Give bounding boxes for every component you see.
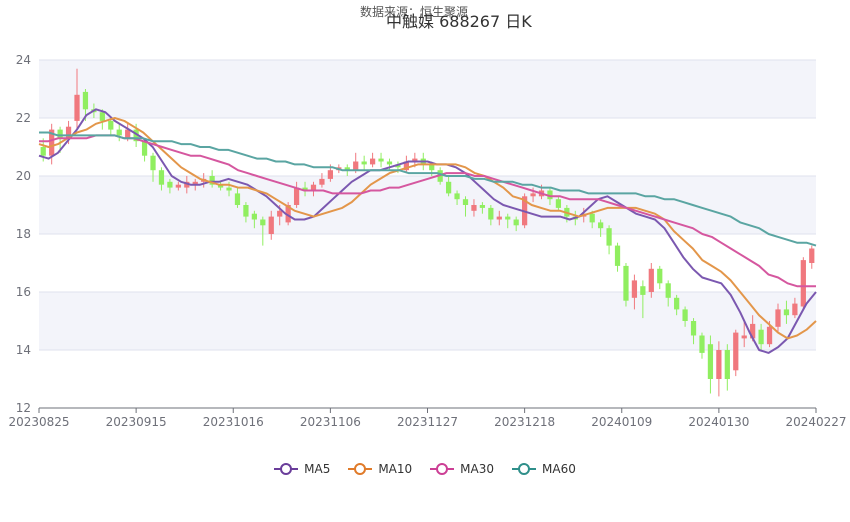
candle-body [378, 158, 384, 162]
legend-label-ma10: MA10 [378, 462, 413, 476]
candle-body [758, 329, 764, 345]
candle-body [40, 147, 46, 156]
x-tick-label: 20240109 [591, 415, 652, 429]
candle-body [505, 216, 511, 220]
candle-body [682, 309, 688, 321]
candle-body [792, 303, 798, 316]
y-tick-label: 12 [16, 401, 31, 415]
x-tick-label: 20230915 [106, 415, 167, 429]
x-tick-label: 20231016 [203, 415, 264, 429]
candle-body [277, 210, 283, 217]
candle-body [268, 216, 274, 234]
grid-band [39, 176, 816, 234]
candle-body [158, 170, 165, 185]
candle-body [598, 222, 604, 229]
candle-body [175, 184, 181, 188]
candle-body [462, 199, 469, 205]
candle-body [657, 268, 663, 284]
candle-body [488, 207, 494, 220]
candle-body [260, 219, 266, 226]
legend-marker-ma30 [430, 463, 455, 475]
x-tick-label: 20240227 [785, 415, 846, 429]
candle-body [614, 245, 621, 266]
x-tick-label: 20240130 [688, 415, 749, 429]
legend: MA5 MA10 MA30 MA60 [0, 462, 850, 476]
candle-body [716, 350, 722, 379]
candle-body [57, 129, 63, 139]
candle-body [82, 91, 89, 110]
candle-body [623, 265, 629, 301]
legend-item-ma30[interactable]: MA30 [430, 462, 494, 476]
kline-chart: 12 14 16 18 20 22 24 20230825 20230915 20231016 20… [8, 53, 846, 429]
candle-body [733, 332, 739, 371]
candle-body [665, 283, 671, 298]
candle-body [783, 309, 790, 316]
candle-body [690, 321, 697, 336]
x-tick-label: 20230825 [8, 415, 69, 429]
grid-band [39, 60, 816, 118]
candle-body [251, 213, 257, 220]
candle-body [631, 280, 638, 298]
candle-body [74, 94, 80, 121]
y-tick-label: 14 [16, 343, 31, 357]
legend-label-ma60: MA60 [542, 462, 576, 476]
legend-marker-ma10 [348, 463, 373, 475]
candle-body [445, 181, 452, 194]
candle-body [386, 161, 393, 165]
candle-body [640, 286, 646, 295]
candle-body [766, 326, 773, 345]
legend-label-ma30: MA30 [460, 462, 495, 476]
candle-body [150, 155, 156, 171]
candle-body [327, 170, 333, 179]
candle-body [741, 335, 747, 339]
candle-body [530, 193, 536, 197]
y-tick-label: 16 [16, 285, 31, 299]
candle-body [99, 112, 105, 121]
candle-body [353, 161, 359, 171]
candle-body [116, 129, 122, 136]
candle-body [471, 205, 477, 211]
candle-body [293, 187, 300, 205]
candle-body [707, 344, 714, 379]
legend-item-ma60[interactable]: MA60 [512, 462, 576, 476]
x-tick-label: 20231106 [300, 415, 361, 429]
candle-body [699, 335, 705, 353]
candle-body [479, 205, 486, 208]
candle-body [775, 309, 781, 327]
candle-body [674, 297, 680, 310]
chart-title: 中触媒 688267 日K [386, 12, 532, 31]
candle-body [555, 199, 562, 208]
legend-item-ma10[interactable]: MA10 [348, 462, 412, 476]
legend-marker-ma60 [512, 463, 537, 475]
candle-body [319, 178, 325, 185]
y-tick-label: 18 [16, 227, 31, 241]
y-tick-label: 22 [16, 111, 31, 125]
candle-body [108, 120, 114, 130]
candle-body [243, 205, 249, 217]
candle-body [648, 268, 654, 292]
y-tick-label: 24 [16, 53, 31, 67]
candle-body [226, 187, 232, 191]
chart-stage: 12 14 16 18 20 22 24 20230825 20230915 20231016 20… [0, 0, 850, 518]
legend-item-ma5[interactable]: MA5 [274, 462, 330, 476]
y-tick-label: 20 [16, 169, 31, 183]
candle-body [800, 260, 806, 307]
x-tick-label: 20231218 [494, 415, 555, 429]
candle-body [809, 248, 815, 263]
candle-body [606, 228, 612, 246]
candle-body [589, 213, 595, 223]
candle-body [513, 219, 519, 226]
candle-body [496, 216, 502, 220]
candle-body [369, 158, 376, 165]
candle-body [167, 181, 173, 188]
candle-body [361, 161, 367, 165]
x-tick-label: 20231127 [397, 415, 458, 429]
candle-body [724, 350, 730, 379]
candle-body [234, 193, 241, 205]
legend-label-ma5: MA5 [304, 462, 331, 476]
legend-marker-ma5 [274, 463, 299, 475]
candle-body [141, 141, 148, 156]
candle-body [454, 193, 460, 200]
